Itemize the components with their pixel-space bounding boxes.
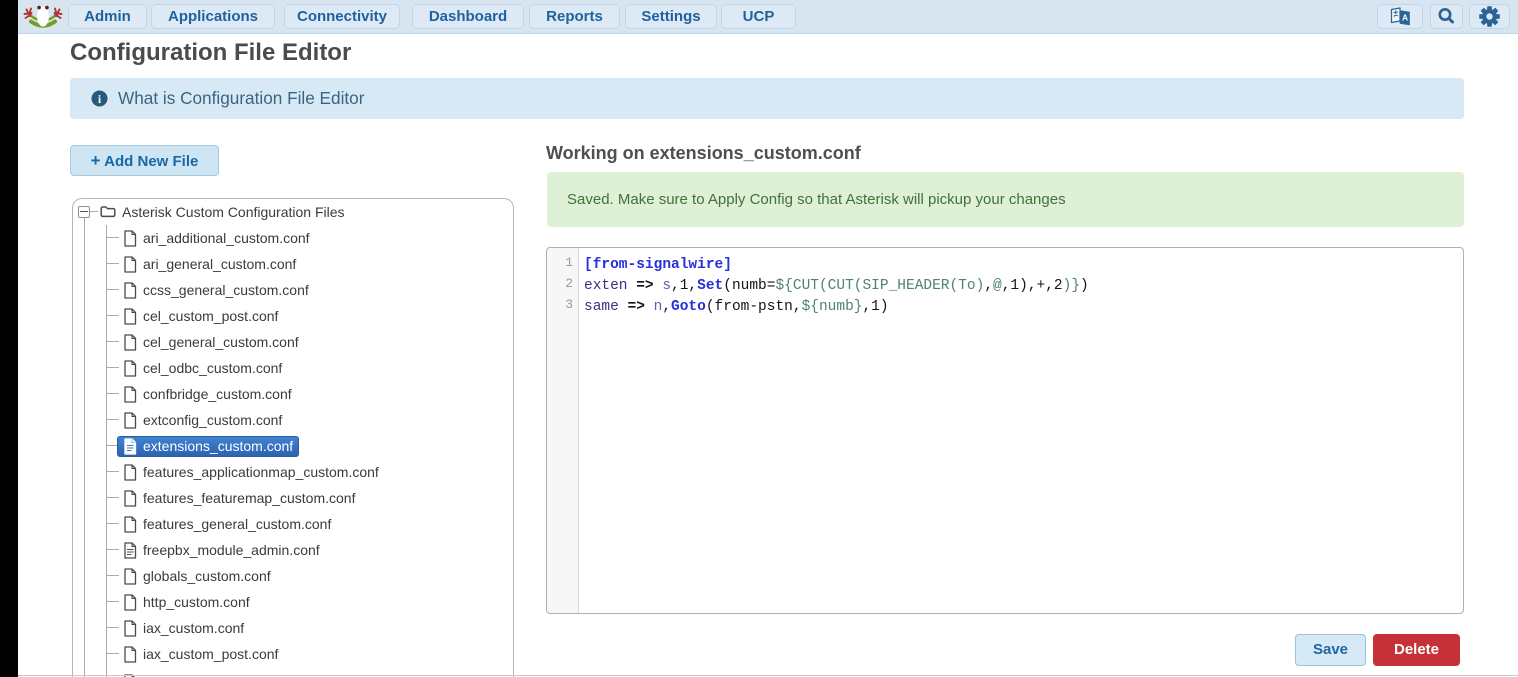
svg-text:A: A	[1402, 13, 1408, 23]
